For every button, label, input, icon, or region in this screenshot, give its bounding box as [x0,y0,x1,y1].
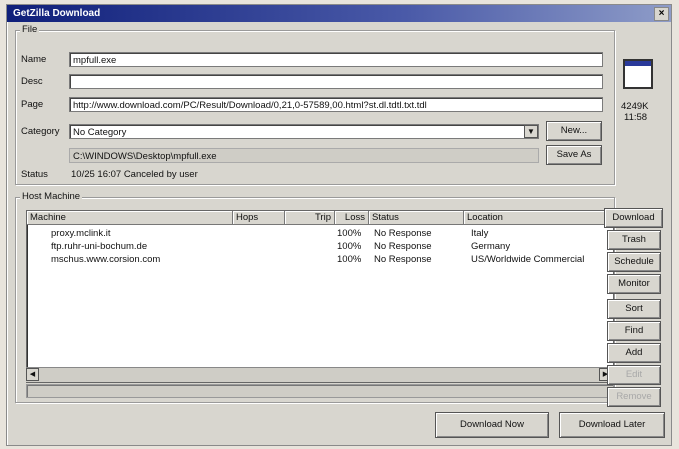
category-select[interactable]: No Category [69,124,539,139]
download-button[interactable]: Download [604,208,663,228]
column-trip[interactable]: Trip [285,211,335,225]
column-hops[interactable]: Hops [233,211,285,225]
title-bar: GetZilla Download × [7,5,671,22]
machine-cell: ftp.ruhr-uni-bochum.de [51,241,148,252]
download-now-button[interactable]: Download Now [435,412,549,438]
machine-cell: proxy.mclink.it [51,228,111,239]
loss-cell: 100% [337,228,362,239]
location-cell: Italy [471,228,489,239]
table-row[interactable]: ftp.ruhr-uni-bochum.de 100% No Response … [27,240,613,253]
host-group-label: Host Machine [20,191,83,202]
scroll-left-icon[interactable]: ◀ [26,368,39,381]
loss-cell: 100% [337,241,362,252]
add-button[interactable]: Add [607,343,661,363]
table-row[interactable]: mschus.www.corsion.com 100% No Response … [27,253,613,266]
name-field[interactable]: mpfull.exe [69,52,603,67]
name-label: Name [21,54,47,65]
chevron-down-icon[interactable]: ▼ [524,125,538,138]
trash-button[interactable]: Trash [607,230,661,250]
column-machine[interactable]: Machine [27,211,233,225]
location-cell: Germany [471,241,511,252]
file-size: 4249K [621,101,649,112]
status-value: 10/25 16:07 Canceled by user [71,169,198,180]
find-button[interactable]: Find [607,321,661,341]
new-category-button[interactable]: New... [546,121,602,141]
file-group-label: File [20,24,40,35]
progress-bar [26,384,614,398]
category-label: Category [21,126,60,137]
location-cell: US/Worldwide Commercial [471,254,585,265]
schedule-button[interactable]: Schedule [607,252,661,272]
column-status[interactable]: Status [369,211,464,225]
page-label: Page [21,99,44,110]
host-table: Machine Hops Trip Loss Status Location p… [26,210,614,383]
monitor-button[interactable]: Monitor [607,274,661,294]
download-window: GetZilla Download × File Name mpfull.exe… [6,4,672,446]
desc-field[interactable] [69,74,603,89]
machine-cell: mschus.www.corsion.com [51,254,161,265]
column-loss[interactable]: Loss [335,211,369,225]
window-title: GetZilla Download [13,8,101,19]
page-field[interactable]: http://www.download.com/PC/Result/Downlo… [69,97,603,112]
horizontal-scrollbar[interactable]: ◀ ▶ [26,367,612,382]
column-location[interactable]: Location [464,211,613,225]
sort-button[interactable]: Sort [607,299,661,319]
loss-cell: 100% [337,254,362,265]
status-cell: No Response [374,228,432,239]
remove-button[interactable]: Remove [607,387,661,407]
close-button[interactable]: × [654,7,669,21]
status-label: Status [21,169,48,180]
elapsed-time: 11:58 [624,112,648,123]
file-window-icon [623,59,653,89]
status-cell: No Response [374,241,432,252]
save-as-button[interactable]: Save As [546,145,602,165]
table-row[interactable]: proxy.mclink.it 100% No Response Italy [27,227,613,240]
status-cell: No Response [374,254,432,265]
save-path-field: C:\WINDOWS\Desktop\mpfull.exe [69,148,539,163]
edit-button[interactable]: Edit [607,365,661,385]
download-later-button[interactable]: Download Later [559,412,665,438]
desc-label: Desc [21,76,43,87]
